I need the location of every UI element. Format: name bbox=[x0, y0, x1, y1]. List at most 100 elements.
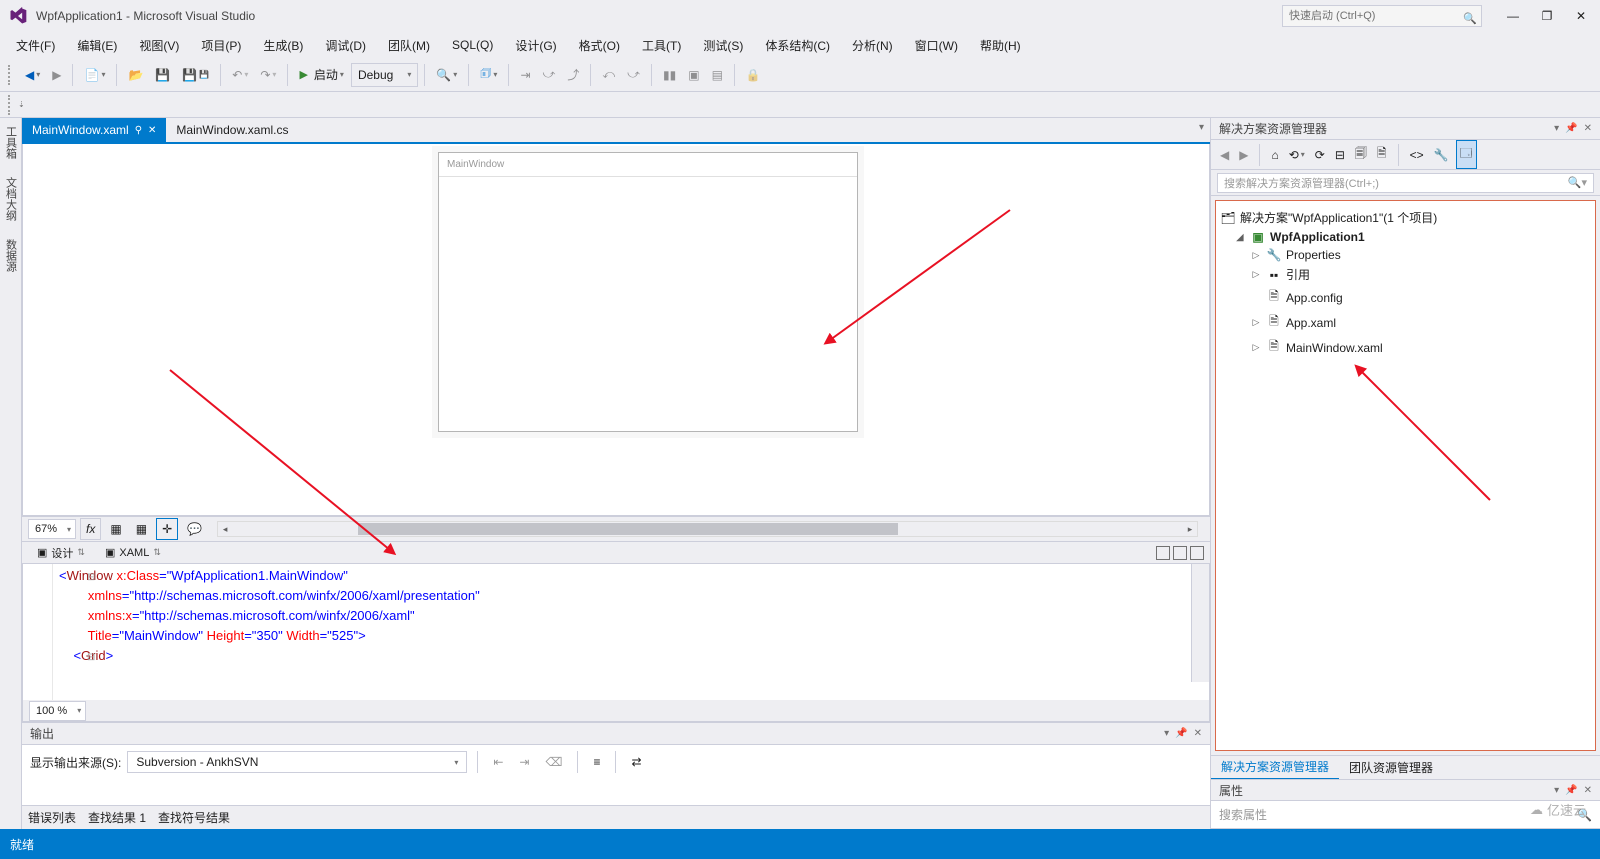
minimize-button[interactable]: — bbox=[1502, 5, 1524, 27]
split-vertical-button[interactable] bbox=[1156, 546, 1170, 560]
output-prev-button[interactable]: ⇤ bbox=[488, 752, 508, 772]
tab-team-explorer[interactable]: 团队资源管理器 bbox=[1339, 756, 1443, 779]
menu-analyze[interactable]: 分析(N) bbox=[842, 34, 903, 57]
panel-pin-button[interactable]: 📌 bbox=[1175, 728, 1187, 739]
tree-item-appconfig[interactable]: 🗎App.config bbox=[1220, 285, 1591, 310]
step-into-button[interactable]: ⇥ bbox=[515, 65, 535, 85]
se-code-button[interactable]: <> bbox=[1407, 145, 1427, 165]
menu-tools[interactable]: 工具(T) bbox=[632, 34, 691, 57]
se-refresh-button[interactable]: ⟳ bbox=[1312, 145, 1328, 165]
redo-button[interactable]: ↷▾ bbox=[255, 65, 281, 85]
open-file-button[interactable]: 📂 bbox=[123, 65, 148, 85]
xaml-code-editor[interactable]: ⊟<Window x:Class="WpfApplication1.MainWi… bbox=[22, 564, 1210, 700]
side-tab-data-sources[interactable]: 数据源 bbox=[1, 235, 21, 276]
toggle-icon[interactable]: ▷ bbox=[1250, 250, 1262, 261]
undo-button[interactable]: ↶▾ bbox=[227, 65, 253, 85]
se-show-all-button[interactable]: 🗐 bbox=[1352, 141, 1370, 168]
menu-help[interactable]: 帮助(H) bbox=[970, 34, 1031, 57]
panel-menu-button[interactable]: ▾ bbox=[1164, 728, 1169, 739]
code-text[interactable]: ⊟<Window x:Class="WpfApplication1.MainWi… bbox=[53, 564, 480, 700]
output-wrap-button[interactable]: ≡ bbox=[588, 752, 605, 772]
menu-build[interactable]: 生成(B) bbox=[253, 34, 313, 57]
menu-file[interactable]: 文件(F) bbox=[6, 34, 65, 57]
se-back-button[interactable]: ◀ bbox=[1217, 145, 1232, 165]
menu-window[interactable]: 窗口(W) bbox=[905, 34, 968, 57]
tab-order-button[interactable]: ▮▮ bbox=[658, 65, 681, 85]
menu-project[interactable]: 项目(P) bbox=[191, 34, 251, 57]
se-pin-button[interactable]: 📌 bbox=[1565, 123, 1577, 134]
side-tab-toolbox[interactable]: 工具箱 bbox=[1, 122, 21, 163]
solution-tree[interactable]: 🗂解决方案"WpfApplication1"(1 个项目) ◢▣WpfAppli… bbox=[1215, 200, 1596, 751]
quick-launch-input[interactable]: 快速启动 (Ctrl+Q) 🔍 bbox=[1282, 5, 1482, 27]
align-right-button[interactable]: ⤻ bbox=[622, 64, 645, 85]
effects-button[interactable]: fx bbox=[80, 518, 101, 540]
toggle-icon[interactable]: ▷ bbox=[1250, 342, 1262, 353]
output-toggle-button[interactable]: ⇄ bbox=[626, 752, 646, 772]
pin-icon[interactable]: ⚲ bbox=[135, 125, 142, 136]
tree-item-appxaml[interactable]: ▷🗎App.xaml bbox=[1220, 310, 1591, 335]
toolbar-grip[interactable] bbox=[8, 65, 14, 85]
menu-team[interactable]: 团队(M) bbox=[378, 34, 440, 57]
menu-format[interactable]: 格式(O) bbox=[569, 34, 630, 57]
se-collapse-button[interactable]: ⊟ bbox=[1332, 145, 1348, 165]
side-tab-doc-outline[interactable]: 文档大纲 bbox=[1, 173, 21, 225]
se-forward-button[interactable]: ▶ bbox=[1236, 145, 1251, 165]
step-over-button[interactable]: ⤻ bbox=[538, 64, 561, 85]
se-menu-button[interactable]: ▾ bbox=[1554, 123, 1559, 134]
tab-find-results-1[interactable]: 查找结果 1 bbox=[88, 809, 146, 826]
tree-solution-node[interactable]: 🗂解决方案"WpfApplication1"(1 个项目) bbox=[1220, 207, 1591, 228]
zoom-combo[interactable]: 67% bbox=[28, 519, 76, 539]
find-button[interactable]: 🔍▾ bbox=[431, 65, 462, 85]
se-home-button[interactable]: ⌂ bbox=[1268, 145, 1281, 165]
tab-overflow-button[interactable]: ▾ bbox=[1199, 122, 1204, 133]
se-search-input[interactable]: 搜索解决方案资源管理器(Ctrl+;) 🔍▾ bbox=[1217, 173, 1594, 193]
tree-item-mainwindow[interactable]: ▷🗎MainWindow.xaml bbox=[1220, 335, 1591, 360]
tree-project-node[interactable]: ◢▣WpfApplication1 bbox=[1220, 228, 1591, 246]
grid-button[interactable]: ▦ bbox=[105, 519, 126, 539]
tree-item-references[interactable]: ▷▪▪引用 bbox=[1220, 264, 1591, 285]
snap-lines-button[interactable]: ✛ bbox=[156, 518, 178, 540]
snap-grid-button[interactable]: ▦ bbox=[131, 519, 152, 539]
output-clear-button[interactable]: ⌫ bbox=[540, 752, 567, 772]
prop-search-placeholder[interactable]: 搜索属性 bbox=[1219, 806, 1577, 823]
se-view-button[interactable]: 🗔 bbox=[1456, 140, 1477, 169]
se-close-button[interactable]: ✕ bbox=[1584, 123, 1592, 134]
output-next-button[interactable]: ⇥ bbox=[514, 752, 534, 772]
fold-icon[interactable]: ⊟ bbox=[87, 648, 95, 668]
designer-hscrollbar[interactable]: ◂▸ bbox=[217, 521, 1198, 537]
se-properties-button[interactable]: 🔧 bbox=[1431, 145, 1452, 165]
annotations-button[interactable]: 💬 bbox=[182, 519, 207, 539]
menu-view[interactable]: 视图(V) bbox=[129, 34, 189, 57]
prop-menu-button[interactable]: ▾ bbox=[1554, 785, 1559, 796]
fold-icon[interactable]: ⊟ bbox=[87, 568, 95, 588]
start-debug-button[interactable]: ▶启动 ▾ bbox=[294, 63, 349, 86]
configuration-combo[interactable]: Debug▾ bbox=[351, 63, 418, 87]
doc-tab-active[interactable]: MainWindow.xaml ⚲ ✕ bbox=[22, 118, 166, 142]
menu-edit[interactable]: 编辑(E) bbox=[67, 34, 127, 57]
lock-button[interactable]: 🔒 bbox=[741, 65, 766, 85]
close-button[interactable]: ✕ bbox=[1570, 5, 1592, 27]
code-zoom-combo[interactable]: 100 % bbox=[29, 701, 86, 721]
tree-item-properties[interactable]: ▷🔧Properties bbox=[1220, 246, 1591, 264]
tab-error-list[interactable]: 错误列表 bbox=[28, 809, 76, 826]
panel-close-button[interactable]: ✕ bbox=[1194, 728, 1202, 739]
menu-architecture[interactable]: 体系结构(C) bbox=[755, 34, 840, 57]
nav-forward-button[interactable]: ▶ bbox=[47, 65, 66, 85]
toolbar-grip-2[interactable] bbox=[8, 95, 14, 115]
tab-find-symbol-results[interactable]: 查找符号结果 bbox=[158, 809, 230, 826]
tab-xaml[interactable]: ▣ XAML ⇅ bbox=[96, 543, 170, 562]
solution-button[interactable]: 🗊▾ bbox=[475, 61, 502, 88]
save-all-button[interactable]: 💾💾 bbox=[177, 65, 214, 85]
step-out-button[interactable]: ⤴ bbox=[562, 63, 584, 86]
new-project-button[interactable]: 📄▾ bbox=[79, 65, 110, 85]
split-horizontal-button[interactable] bbox=[1173, 546, 1187, 560]
toggle-icon[interactable]: ▷ bbox=[1250, 269, 1262, 280]
se-sync-button[interactable]: ⟲▾ bbox=[1286, 145, 1308, 165]
design-window-preview[interactable]: MainWindow bbox=[438, 152, 858, 432]
split-collapse-button[interactable] bbox=[1190, 546, 1204, 560]
xaml-designer[interactable]: MainWindow bbox=[22, 144, 1210, 516]
doc-tab-inactive[interactable]: MainWindow.xaml.cs bbox=[166, 118, 298, 142]
tab-solution-explorer[interactable]: 解决方案资源管理器 bbox=[1211, 755, 1339, 780]
code-split-handle[interactable] bbox=[1191, 564, 1209, 682]
align-left-button[interactable]: ⤺ bbox=[597, 64, 620, 85]
